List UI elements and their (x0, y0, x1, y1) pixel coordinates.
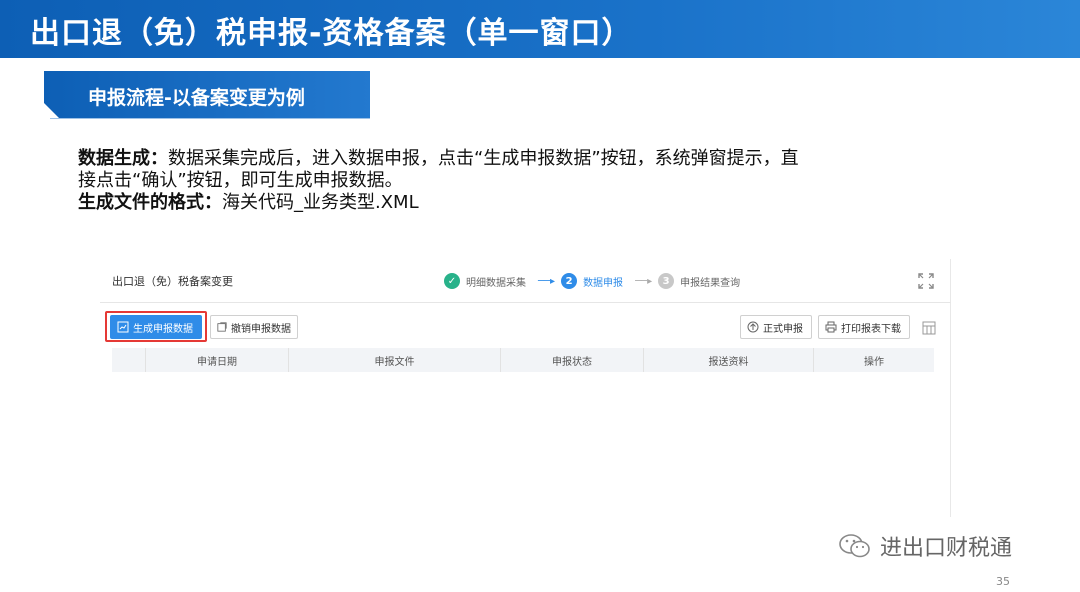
data-generation-text: 数据采集完成后，进入数据申报，点击“生成申报数据”按钮，系统弹窗提示，直 (168, 148, 799, 169)
column-settings-icon[interactable] (922, 321, 936, 335)
formal-submit-button[interactable]: 正式申报 (740, 315, 812, 339)
file-format-heading: 生成文件的格式： (78, 192, 222, 213)
page-number: 35 (996, 575, 1010, 588)
table-header-declaration-file: 申报文件 (289, 348, 501, 372)
declaration-panel: 出口退（免）税备案变更 ✓ 明细数据采集 ──▸ 2 数据申报 ──▸ 3 申报… (100, 259, 951, 517)
printer-icon (825, 321, 837, 333)
print-download-button[interactable]: 打印报表下载 (818, 315, 910, 339)
section-tag: 申报流程-以备案变更为例 (44, 71, 370, 119)
revoke-declaration-button[interactable]: 撤销申报数据 (210, 315, 298, 339)
table-header-submitted-docs: 报送资料 (644, 348, 814, 372)
revoke-declaration-label: 撤销申报数据 (231, 323, 291, 335)
revoke-icon (217, 322, 227, 332)
highlight-box (105, 311, 207, 342)
step-2-number: 2 (561, 273, 578, 289)
data-generation-heading: 数据生成： (78, 148, 168, 169)
table-header: 申请日期 申报文件 申报状态 报送资料 操作 (112, 348, 934, 372)
section-tag-label: 申报流程-以备案变更为例 (88, 87, 305, 109)
wechat-watermark: 进出口财税通 (838, 530, 1012, 562)
watermark-label: 进出口财税通 (880, 536, 1013, 561)
table-header-apply-date: 申请日期 (146, 348, 289, 372)
table-header-status: 申报状态 (501, 348, 644, 372)
title-bar: 出口退（免）税申报-资格备案（单一窗口） (0, 0, 1080, 58)
step-arrow-icon: ──▸ (635, 275, 653, 287)
table-header-actions: 操作 (864, 356, 884, 368)
body-line-1: 数据生成：数据采集完成后，进入数据申报，点击“生成申报数据”按钮，系统弹窗提示，… (78, 148, 958, 170)
step-3-number: 3 (658, 273, 675, 289)
fullscreen-icon[interactable] (918, 273, 934, 289)
slide: 出口退（免）税申报-资格备案（单一窗口） 申报流程-以备案变更为例 数据生成：数… (0, 0, 1080, 592)
formal-submit-label: 正式申报 (763, 323, 803, 335)
panel-title: 出口退（免）税备案变更 (112, 275, 233, 288)
wechat-icon (839, 534, 870, 558)
body-line-2: 接点击“确认”按钮，即可生成申报数据。 (78, 170, 403, 191)
step-2-label[interactable]: 数据申报 (583, 274, 623, 289)
upload-icon (747, 321, 759, 333)
step-1-label[interactable]: 明细数据采集 (466, 274, 526, 289)
panel-header: 出口退（免）税备案变更 ✓ 明细数据采集 ──▸ 2 数据申报 ──▸ 3 申报… (100, 259, 951, 303)
print-download-label: 打印报表下载 (841, 323, 901, 335)
slide-title: 出口退（免）税申报-资格备案（单一窗口） (30, 16, 633, 51)
file-format-text: 海关代码_业务类型.XML (222, 192, 419, 213)
step-1-check-icon: ✓ (444, 273, 460, 289)
body-line-3: 生成文件的格式：海关代码_业务类型.XML (78, 192, 958, 214)
step-3-label[interactable]: 申报结果查询 (680, 274, 740, 289)
body-text: 数据生成：数据采集完成后，进入数据申报，点击“生成申报数据”按钮，系统弹窗提示，… (78, 148, 958, 214)
step-arrow-icon: ──▸ (538, 275, 556, 287)
toolbar: 生成申报数据 撤销申报数据 正式申报 打印报表下载 (100, 313, 951, 341)
table-header-blank (112, 348, 146, 372)
step-indicator: ✓ 明细数据采集 ──▸ 2 数据申报 ──▸ 3 申报结果查询 (444, 271, 746, 291)
